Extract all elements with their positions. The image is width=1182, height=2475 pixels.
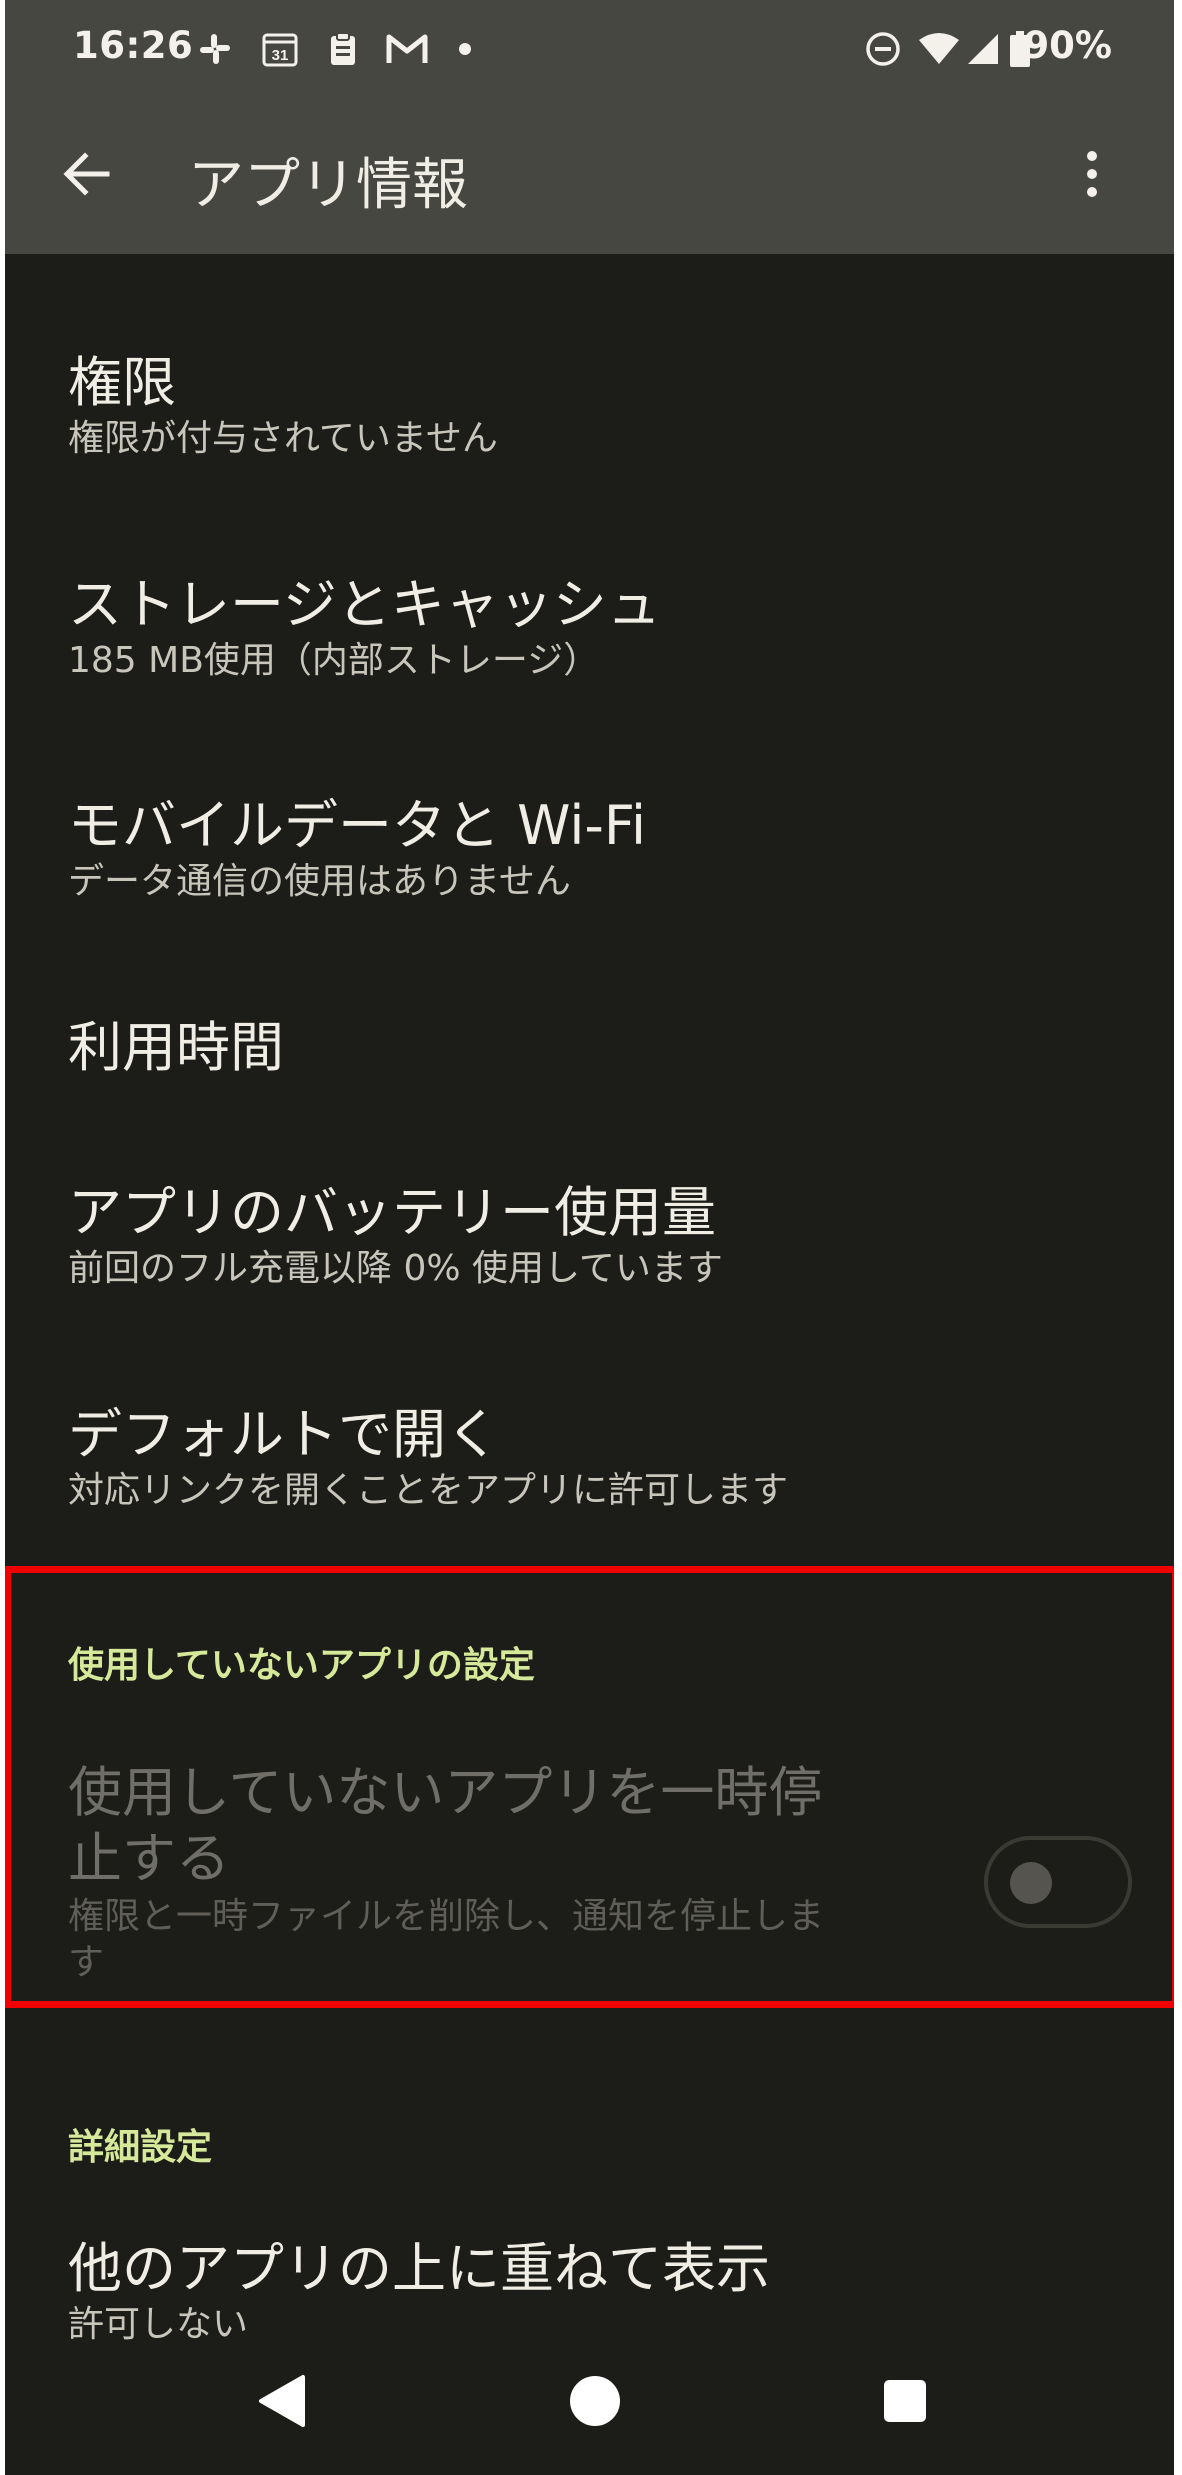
more-vert-icon[interactable]	[1072, 144, 1112, 204]
dnd-icon	[863, 30, 903, 68]
right-frame-edge	[1174, 0, 1182, 2475]
left-frame-edge	[0, 0, 5, 2475]
recents-square-icon[interactable]	[881, 2373, 929, 2433]
list-item-mobile-data[interactable]: モバイルデータと Wi-Fi データ通信の使用はありません	[68, 793, 1142, 905]
gmail-icon	[385, 30, 429, 68]
signal-icon	[965, 30, 1001, 68]
back-triangle-icon[interactable]	[255, 2373, 309, 2433]
battery-percent: 90%	[1023, 24, 1112, 67]
item-title: 権限	[68, 351, 176, 414]
item-subtitle: 185 MB使用（内部ストレージ）	[68, 640, 600, 681]
list-item-battery-usage[interactable]: アプリのバッテリー使用量 前回のフル充電以降 0% 使用しています	[68, 1180, 1142, 1292]
calendar-icon: 31	[260, 30, 300, 68]
app-bar: アプリ情報	[5, 112, 1174, 232]
item-subtitle: データ通信の使用はありません	[68, 861, 571, 902]
item-title: 利用時間	[68, 1016, 284, 1079]
top-bar: 16:26 31 90% アプリ情報	[5, 0, 1174, 254]
item-title: デフォルトで開く	[68, 1403, 500, 1466]
list-item-storage[interactable]: ストレージとキャッシュ 185 MB使用（内部ストレージ）	[68, 572, 1142, 684]
home-circle-icon[interactable]	[567, 2373, 623, 2433]
item-subtitle: 権限が付与されていません	[68, 418, 498, 459]
status-bar: 16:26 31 90%	[5, 0, 1174, 100]
item-title: アプリのバッテリー使用量	[68, 1181, 716, 1244]
item-subtitle: 許可しない	[68, 2304, 249, 2345]
status-time: 16:26	[73, 24, 194, 67]
arrow-back-icon[interactable]	[57, 144, 117, 204]
app-info-screen: 16:26 31 90% アプリ情報 権限 権限が付与されていません ストレージ…	[0, 0, 1182, 2475]
list-item-open-by-default[interactable]: デフォルトで開く 対応リンクを開くことをアプリに許可します	[68, 1402, 1142, 1514]
navigation-bar	[5, 2355, 1174, 2455]
item-subtitle: 対応リンクを開くことをアプリに許可します	[68, 1470, 789, 1511]
item-title: ストレージとキャッシュ	[68, 573, 661, 636]
svg-text:31: 31	[272, 47, 289, 64]
highlight-annotation	[4, 1566, 1179, 2008]
item-subtitle: 前回のフル充電以降 0% 使用しています	[68, 1248, 723, 1289]
slack-icon	[195, 30, 235, 68]
wifi-icon	[917, 30, 961, 68]
clipboard-icon	[325, 30, 361, 68]
page-title: アプリ情報	[188, 153, 468, 218]
dot-icon	[455, 30, 475, 68]
item-title: 他のアプリの上に重ねて表示	[68, 2237, 770, 2300]
section-header-advanced: 詳細設定	[68, 2127, 213, 2168]
list-item-screen-time[interactable]: 利用時間	[68, 1015, 1142, 1081]
item-title: モバイルデータと Wi-Fi	[68, 794, 646, 857]
list-item-permissions[interactable]: 権限 権限が付与されていません	[68, 350, 1142, 462]
list-item-display-over-other-apps[interactable]: 他のアプリの上に重ねて表示 許可しない	[68, 2236, 1142, 2348]
